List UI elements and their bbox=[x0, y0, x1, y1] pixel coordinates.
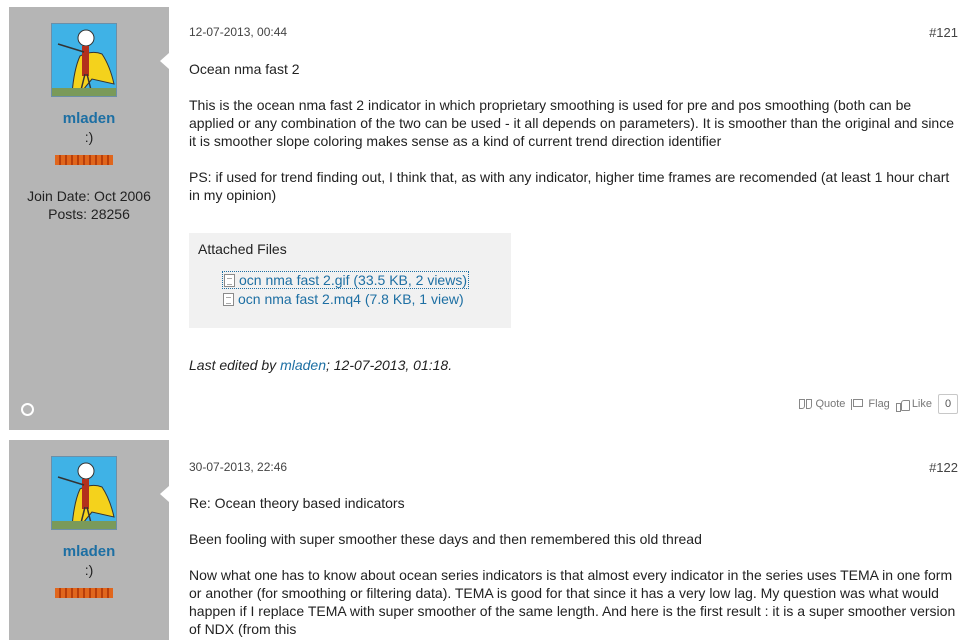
post-121: mladen :) Join Date: Oct 2006 Posts: 282… bbox=[0, 0, 972, 432]
user-title: :) bbox=[84, 562, 94, 578]
username-link[interactable]: mladen bbox=[9, 543, 169, 560]
flag-icon bbox=[851, 398, 865, 410]
user-info-panel: mladen :) bbox=[9, 440, 169, 640]
avatar-image bbox=[52, 24, 116, 96]
reputation-bar bbox=[55, 588, 113, 598]
attachment-label: ocn nma fast 2.mq4 (7.8 KB, 1 view) bbox=[238, 291, 464, 307]
avatar[interactable] bbox=[51, 456, 117, 530]
panel-arrow bbox=[160, 53, 169, 69]
last-edited-prefix: Last edited by bbox=[189, 357, 281, 373]
join-date: Join Date: Oct 2006 bbox=[27, 188, 151, 204]
file-icon bbox=[224, 273, 235, 287]
avatar-image bbox=[52, 457, 116, 529]
last-edited-suffix: ; 12-07-2013, 01:18. bbox=[325, 357, 453, 373]
reputation-bar bbox=[55, 155, 113, 165]
post-title: Ocean nma fast 2 bbox=[189, 61, 300, 77]
quote-icon bbox=[799, 398, 813, 410]
file-icon bbox=[223, 292, 234, 306]
flag-label: Flag bbox=[868, 398, 890, 410]
post-paragraph: PS: if used for trend finding out, I thi… bbox=[189, 169, 950, 203]
post-122: mladen :) 30-07-2013, 22:46 #122 Re: Oce… bbox=[0, 440, 972, 640]
attachment-link-mq4[interactable]: ocn nma fast 2.mq4 (7.8 KB, 1 view) bbox=[223, 291, 464, 307]
user-info-panel: mladen :) Join Date: Oct 2006 Posts: 282… bbox=[9, 7, 169, 430]
join-info: Join Date: Oct 2006 Posts: 28256 bbox=[9, 187, 169, 223]
username-link[interactable]: mladen bbox=[9, 110, 169, 127]
user-title: :) bbox=[84, 129, 94, 145]
post-content: Ocean nma fast 2 This is the ocean nma f… bbox=[189, 60, 959, 204]
last-edited-user-link[interactable]: mladen bbox=[280, 357, 326, 373]
post-number-link[interactable]: #121 bbox=[929, 25, 958, 40]
post-paragraph: Now what one has to know about ocean ser… bbox=[189, 567, 956, 637]
like-count: 0 bbox=[938, 394, 958, 414]
attached-files-title: Attached Files bbox=[198, 241, 287, 257]
attachment-label: ocn nma fast 2.gif (33.5 KB, 2 views) bbox=[239, 272, 467, 288]
post-paragraph: This is the ocean nma fast 2 indicator i… bbox=[189, 97, 955, 149]
posts-count: Posts: 28256 bbox=[48, 206, 130, 222]
panel-arrow bbox=[160, 486, 169, 502]
like-button[interactable]: Like bbox=[895, 398, 932, 412]
flag-button[interactable]: Flag bbox=[851, 398, 890, 410]
post-number-link[interactable]: #122 bbox=[929, 460, 958, 475]
post-actions: Quote Flag Like 0 bbox=[799, 394, 958, 414]
online-status-icon bbox=[21, 403, 34, 416]
attachment-link-gif[interactable]: ocn nma fast 2.gif (33.5 KB, 2 views) bbox=[222, 271, 469, 289]
last-edited-note: Last edited by mladen; 12-07-2013, 01:18… bbox=[189, 357, 452, 373]
post-title: Re: Ocean theory based indicators bbox=[189, 495, 405, 511]
quote-button[interactable]: Quote bbox=[799, 398, 845, 410]
post-date: 30-07-2013, 22:46 bbox=[189, 460, 288, 474]
post-date: 12-07-2013, 00:44 bbox=[189, 25, 288, 39]
post-paragraph: Been fooling with super smoother these d… bbox=[189, 531, 702, 547]
quote-label: Quote bbox=[815, 398, 846, 410]
attached-files-box: Attached Files ocn nma fast 2.gif (33.5 … bbox=[189, 233, 511, 328]
like-label: Like bbox=[911, 398, 932, 410]
avatar[interactable] bbox=[51, 23, 117, 97]
post-content: Re: Ocean theory based indicators Been f… bbox=[189, 494, 959, 638]
thumbs-up-icon bbox=[895, 399, 910, 412]
